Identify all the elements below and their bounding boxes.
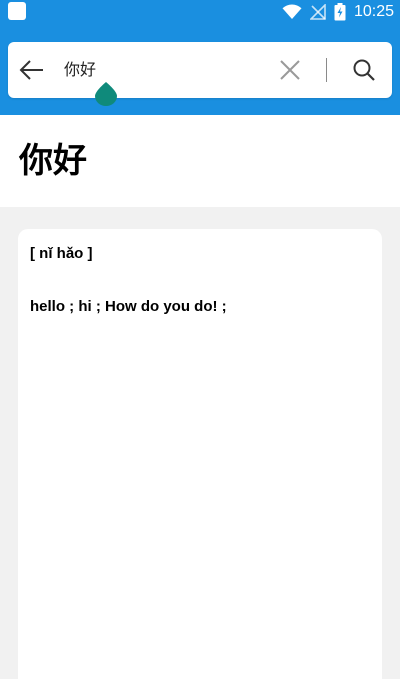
headword-section: 你好 — [0, 115, 400, 207]
no-signal-icon — [309, 4, 326, 20]
search-box: 你好 — [8, 42, 392, 106]
close-icon[interactable] — [276, 56, 304, 84]
app-notification-icon — [8, 2, 26, 20]
translation-text: hello ; hi ; How do you do! ; — [30, 298, 227, 315]
status-bar: 10:25 — [0, 0, 400, 24]
headword-title: 你好 — [19, 141, 87, 181]
wifi-icon — [282, 4, 302, 20]
top-bar: 10:25 你好 — [0, 0, 400, 115]
pinyin-text: [ nǐ hǎo ] — [30, 245, 93, 262]
text-cursor-handle[interactable] — [95, 82, 117, 106]
definition-card: [ nǐ hǎo ] hello ; hi ; How do you do! ; — [18, 229, 382, 679]
status-time: 10:25 — [353, 3, 394, 20]
search-icon[interactable] — [350, 56, 378, 84]
dictionary-app: 10:25 你好 你好 [nǐ hǎo] hello ; hi ; How … — [0, 0, 400, 679]
search-input[interactable]: 你好 — [64, 59, 96, 81]
arrow-left-icon[interactable] — [18, 56, 46, 84]
battery-charging-icon — [334, 3, 346, 21]
status-right-group: 10:25 — [282, 1, 394, 23]
search-divider — [326, 58, 327, 82]
